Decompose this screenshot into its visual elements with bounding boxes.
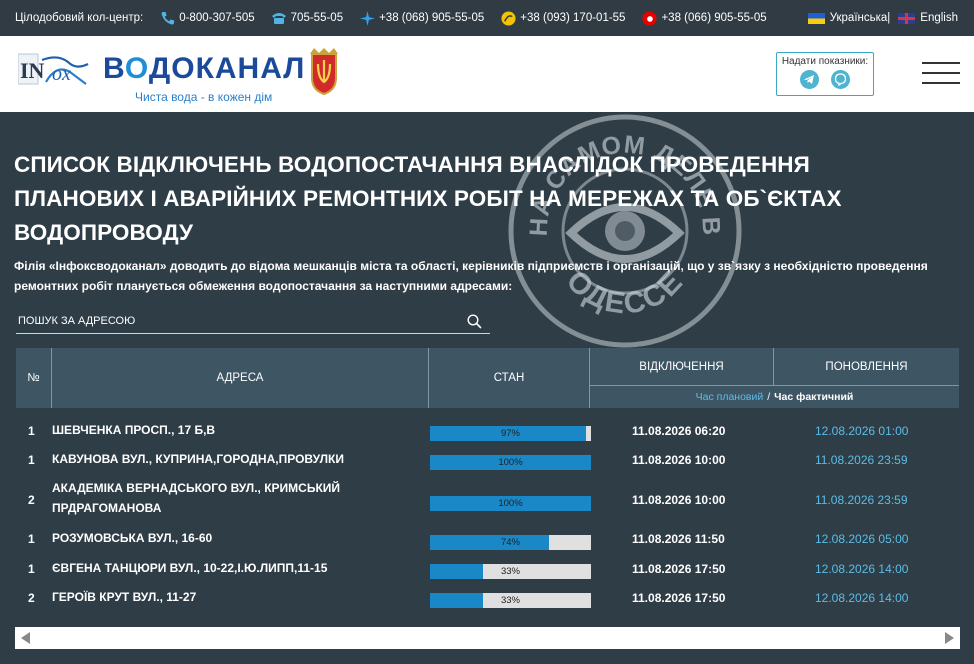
logo-tagline: Чиста вода - в кожен дім [135, 90, 273, 104]
restore-time: 12.08.2026 14:00 [815, 591, 909, 605]
search-icon[interactable] [467, 314, 482, 334]
row-number: 1 [28, 453, 35, 467]
col-shutoff[interactable]: ВІДКЛЮЧЕННЯ [590, 348, 774, 386]
row-address: Євгена Танцюри вул., 10-22,І.Ю.Липп,11-1… [52, 561, 328, 575]
status-progress-bar: 33% [430, 564, 591, 579]
phone-vodafone[interactable]: +38 (066) 905-55-05 [641, 10, 767, 26]
row-address: Шевченка просп., 17 Б,В [52, 423, 216, 437]
phone-lifecell[interactable]: +38 (093) 170-01-55 [500, 10, 625, 26]
kyivstar-icon [359, 10, 375, 26]
site-header: IN ox ВОДОКАНАЛ Чиста вода - в кожен дім… [0, 36, 974, 112]
uk-flag-icon [898, 12, 916, 24]
shutoff-time: 11.08.2026 17:50 [632, 562, 726, 576]
row-address: Героїв Крут вул., 11-27 [52, 590, 197, 604]
water-drop-letter: О [124, 52, 149, 85]
phone-toll-free[interactable]: 0-800-307-505 [159, 10, 255, 26]
shutoff-time: 11.08.2026 10:00 [632, 453, 726, 467]
row-number: 1 [28, 424, 35, 438]
call-center-label: Цілодобовий кол-центр: [15, 12, 144, 24]
lang-ukrainian[interactable]: Українська| [807, 12, 890, 24]
language-switcher: Українська| English [800, 0, 958, 36]
landline-icon [271, 10, 287, 26]
lang-english[interactable]: English [898, 12, 958, 24]
odesa-coat-of-arms-icon [306, 48, 342, 96]
lifecell-icon [500, 10, 516, 26]
horizontal-scrollbar[interactable] [15, 627, 960, 649]
vodafone-icon [641, 10, 657, 26]
shutoff-time: 11.08.2026 06:20 [632, 424, 726, 438]
row-address: Кавунова вул., Куприна,Городна,Провулки [52, 452, 344, 466]
row-number: 1 [28, 532, 35, 546]
restore-time: 11.08.2026 23:59 [815, 453, 908, 467]
restore-time: 12.08.2026 05:00 [815, 532, 909, 546]
row-address: Розумовська вул., 16-60 [52, 531, 213, 545]
page-title: Список відключень водопостачання внаслід… [14, 152, 842, 245]
svg-text:IN: IN [20, 58, 45, 83]
phone-city[interactable]: 705-55-05 [271, 10, 343, 26]
hamburger-menu-icon[interactable] [922, 62, 960, 86]
row-number: 2 [28, 493, 35, 507]
col-address[interactable]: АДРЕСА [52, 348, 429, 408]
actual-time-label: Час фактичний [774, 391, 854, 403]
col-state[interactable]: СТАН [429, 348, 590, 408]
phone-icon [159, 10, 175, 26]
svg-text:ox: ox [52, 63, 71, 85]
restore-time: 11.08.2026 23:59 [815, 493, 908, 507]
status-progress-bar: 100% [430, 496, 591, 511]
address-search [16, 308, 490, 334]
table-header: № АДРЕСА СТАН ВІДКЛЮЧЕННЯ ПОНОВЛЕННЯ Час… [16, 348, 959, 408]
address-search-input[interactable] [16, 314, 456, 327]
shutoff-time: 11.08.2026 17:50 [632, 591, 726, 605]
intro-text: Філія «Інфоксводоканал» доводить до відо… [14, 259, 928, 293]
row-number: 2 [28, 591, 35, 605]
row-address: Академіка Вернадського вул., Кримський п… [52, 481, 341, 515]
scroll-left-arrow-icon[interactable] [21, 632, 30, 644]
telegram-icon[interactable] [800, 70, 819, 89]
col-number: № [16, 348, 52, 408]
submit-readings-box[interactable]: Надати показники: [776, 52, 874, 96]
contact-bar: Цілодобовий кол-центр: 0-800-307-505 705… [0, 0, 974, 36]
readings-label: Надати показники: [781, 56, 869, 67]
shutoff-time: 11.08.2026 11:50 [632, 532, 725, 546]
status-progress-bar: 74% [430, 535, 591, 550]
phone-kyivstar[interactable]: +38 (068) 905-55-05 [359, 10, 484, 26]
shutoff-time: 11.08.2026 10:00 [632, 493, 726, 507]
planned-time-label: Час плановий [695, 391, 764, 403]
vodokanal-logo[interactable]: ВОДОКАНАЛ [103, 52, 305, 86]
time-legend: Час плановий / Час фактичний [695, 391, 854, 403]
restore-time: 12.08.2026 14:00 [815, 562, 909, 576]
row-number: 1 [28, 562, 35, 576]
ukraine-flag-icon [807, 12, 825, 24]
status-progress-bar: 33% [430, 593, 591, 608]
restore-time: 12.08.2026 01:00 [815, 424, 909, 438]
col-restore[interactable]: ПОНОВЛЕННЯ [774, 348, 959, 386]
scroll-right-arrow-icon[interactable] [945, 632, 954, 644]
status-progress-bar: 97% [430, 426, 591, 441]
infox-logo-icon[interactable]: IN ox [17, 50, 92, 92]
viber-icon[interactable] [831, 70, 850, 89]
status-progress-bar: 100% [430, 455, 591, 470]
